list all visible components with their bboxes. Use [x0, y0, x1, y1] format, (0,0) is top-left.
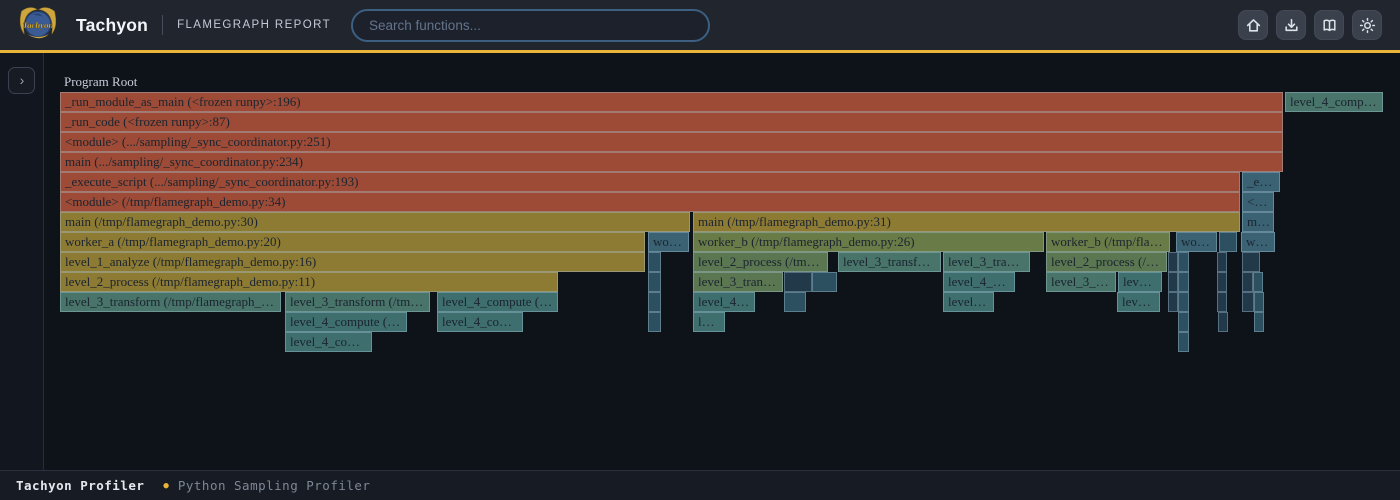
flame-bar[interactable]: [784, 272, 812, 292]
flame-bar[interactable]: level_3_transform…: [838, 252, 941, 272]
flame-bar[interactable]: [648, 252, 661, 272]
status-subtitle: Python Sampling Profiler: [178, 478, 371, 493]
flame-bar[interactable]: wor…: [1176, 232, 1217, 252]
flame-bar[interactable]: [1168, 252, 1178, 272]
sun-icon: [1359, 17, 1376, 34]
flame-bar[interactable]: [1242, 252, 1260, 272]
flame-bar[interactable]: main (.../sampling/_sync_coordinator.py:…: [60, 152, 1283, 172]
flame-bar[interactable]: wor…: [648, 232, 689, 252]
flame-bar[interactable]: [1178, 332, 1189, 352]
flame-bar[interactable]: [1168, 292, 1178, 312]
flame-bar[interactable]: main (/tmp/flamegraph_demo.py:30): [60, 212, 690, 232]
flame-bar[interactable]: worker_b (/tmp/flame…: [1046, 232, 1170, 252]
flame-bar[interactable]: <module> (.../sampling/_sync_coordinator…: [60, 132, 1283, 152]
flame-bar[interactable]: main (/tmp/flamegraph_demo.py:31): [693, 212, 1240, 232]
flame-bar[interactable]: lev…: [693, 312, 725, 332]
home-button[interactable]: [1238, 10, 1268, 40]
theme-button[interactable]: [1352, 10, 1382, 40]
flame-bar[interactable]: level_3_transform (/tmp/flamegraph_dem…: [60, 292, 281, 312]
flame-bar[interactable]: level_3_tr…: [1046, 272, 1116, 292]
flame-bar[interactable]: level_2_process (/tmp/fla…: [693, 252, 828, 272]
flame-bar[interactable]: [1254, 292, 1264, 312]
flame-bar[interactable]: [1253, 272, 1263, 292]
header-divider: [162, 15, 163, 35]
flame-bar[interactable]: [784, 292, 806, 312]
flame-bar[interactable]: [1254, 312, 1264, 332]
flame-bar[interactable]: [1217, 292, 1227, 312]
download-button[interactable]: [1276, 10, 1306, 40]
header-actions: [1238, 10, 1382, 40]
flame-bar[interactable]: _run_module_as_main (<frozen runpy>:196): [60, 92, 1283, 112]
app-header: Tachyon Tachyon FLAMEGRAPH REPORT: [0, 0, 1400, 53]
flame-bar[interactable]: level_4_com…: [285, 332, 372, 352]
status-dot-icon: ●: [163, 481, 168, 491]
flame-bar[interactable]: [1168, 272, 1178, 292]
flame-bar[interactable]: wo…: [1241, 232, 1275, 252]
flame-bar[interactable]: ma…: [1242, 212, 1274, 232]
flame-bar[interactable]: [1219, 232, 1237, 252]
flame-bar[interactable]: [648, 272, 661, 292]
flame-bar[interactable]: level_…: [943, 292, 994, 312]
flame-bar[interactable]: level_2_process (/tm…: [1046, 252, 1167, 272]
flame-bar[interactable]: level_3_transform (/tmp/fl…: [285, 292, 430, 312]
flame-bar[interactable]: [1178, 312, 1189, 332]
main-area: › Program Root _run_module_as_main (<fro…: [0, 53, 1400, 470]
flame-bar[interactable]: [648, 292, 661, 312]
flame-bar[interactable]: level_4_compute (/t…: [285, 312, 407, 332]
flame-bar[interactable]: <m…: [1242, 192, 1274, 212]
flame-bar[interactable]: worker_a (/tmp/flamegraph_demo.py:20): [60, 232, 645, 252]
flame-bar[interactable]: level_4_comput…: [1285, 92, 1383, 112]
flame-bar[interactable]: _execute_script (.../sampling/_sync_coor…: [60, 172, 1240, 192]
chevron-right-icon: ›: [20, 73, 25, 87]
flame-bar[interactable]: level_1_analyze (/tmp/flamegraph_demo.py…: [60, 252, 645, 272]
flame-bar[interactable]: [1218, 312, 1228, 332]
report-type-label: FLAMEGRAPH REPORT: [177, 19, 331, 31]
flame-bar[interactable]: level_2_process (/tmp/flamegraph_demo.py…: [60, 272, 558, 292]
flame-bar[interactable]: level_3_trans…: [943, 252, 1030, 272]
status-app-name: Tachyon Profiler: [16, 478, 144, 493]
svg-text:Tachyon: Tachyon: [23, 20, 54, 30]
flame-bar[interactable]: [1217, 252, 1227, 272]
flame-bar[interactable]: level_3_transf…: [693, 272, 783, 292]
flamegraph-canvas: Program Root _run_module_as_main (<froze…: [44, 53, 1400, 470]
flame-bar[interactable]: [1178, 292, 1189, 312]
app-title: Tachyon: [76, 15, 148, 36]
flame-bar[interactable]: worker_b (/tmp/flamegraph_demo.py:26): [693, 232, 1044, 252]
flame-bar[interactable]: [1242, 292, 1254, 312]
flame-bar[interactable]: [648, 312, 661, 332]
flame-bar[interactable]: [1178, 272, 1189, 292]
docs-button[interactable]: [1314, 10, 1344, 40]
flame-bar[interactable]: level_4_compute (/t…: [437, 292, 558, 312]
sidebar-toggle-button[interactable]: ›: [8, 67, 35, 94]
flame-bar[interactable]: [1178, 252, 1189, 272]
flame-bar[interactable]: level_4_…: [693, 292, 755, 312]
flame-bar[interactable]: [1242, 272, 1253, 292]
download-icon: [1283, 17, 1300, 34]
tachyon-logo: Tachyon: [16, 3, 60, 47]
flame-bar[interactable]: level_4_com…: [437, 312, 523, 332]
home-icon: [1245, 17, 1262, 34]
sidebar: ›: [0, 53, 44, 470]
flame-bar[interactable]: _exe…: [1242, 172, 1280, 192]
flame-bar[interactable]: _run_code (<frozen runpy>:87): [60, 112, 1283, 132]
book-icon: [1321, 17, 1338, 34]
flame-bar[interactable]: [812, 272, 837, 292]
flame-bar[interactable]: level_4_c…: [943, 272, 1015, 292]
flame-bar[interactable]: level…: [1117, 292, 1160, 312]
status-bar: Tachyon Profiler ● Python Sampling Profi…: [0, 470, 1400, 500]
flame-bar[interactable]: level_…: [1118, 272, 1162, 292]
flame-bar[interactable]: <module> (/tmp/flamegraph_demo.py:34): [60, 192, 1240, 212]
flame-root-label[interactable]: Program Root: [64, 74, 137, 90]
flame-bar[interactable]: [1217, 272, 1227, 292]
search-input[interactable]: [351, 9, 710, 42]
